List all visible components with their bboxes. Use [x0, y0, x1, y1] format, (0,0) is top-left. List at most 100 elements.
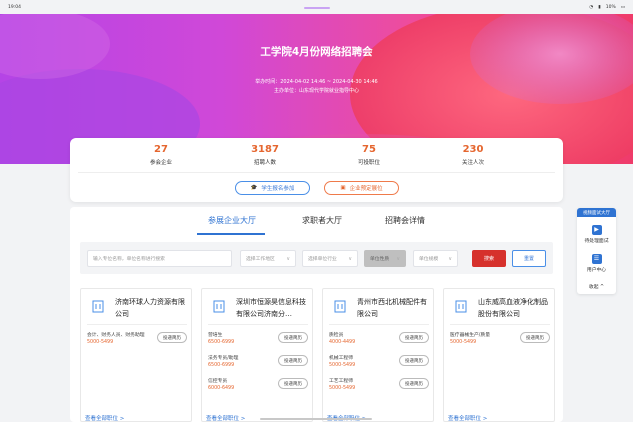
view-all-jobs-link[interactable]: 查看全部职位 > — [448, 414, 487, 422]
search-button[interactable]: 搜索 — [472, 250, 506, 267]
company-booth-button[interactable]: ▣ 企业预定展位 — [324, 181, 399, 195]
chevron-down-icon: ∨ — [348, 255, 352, 262]
nature-label: 单位性质 — [370, 257, 390, 262]
chevron-down-icon: ∨ — [286, 255, 290, 262]
company-name[interactable]: 青州市西北机械配件有限公司 — [357, 296, 431, 320]
job-item[interactable]: 医疗器械生产/质量 5000-5499 投递简历 — [450, 331, 550, 351]
pending-interviews-button[interactable]: ▶ 待处理面试 — [577, 225, 616, 244]
stat-value: 27 — [154, 144, 168, 155]
stat-companies: 27 参会企业 — [106, 144, 216, 166]
job-title: 会计、财务人员、财务助理 — [87, 333, 145, 338]
divider — [87, 324, 187, 325]
reset-button[interactable]: 重置 — [512, 250, 546, 267]
job-title: 营培生 — [208, 333, 223, 338]
job-item[interactable]: 信控专员 6000-6499 投递简历 — [208, 377, 308, 397]
tab-jobseekers[interactable]: 求职者大厅 — [292, 215, 352, 226]
stat-value: 3187 — [251, 144, 279, 155]
job-item[interactable]: 工艺工程师 5000-5499 投递简历 — [329, 377, 429, 397]
job-item[interactable]: 会计、财务人员、财务助理 5000-5499 投递简历 — [87, 331, 187, 351]
company-name[interactable]: 济南环球人力资源有限公司 — [115, 296, 189, 320]
stat-label: 参会企业 — [149, 160, 172, 166]
tab-companies[interactable]: 参展企业大厅 — [200, 215, 264, 226]
company-card[interactable]: 青州市西北机械配件有限公司 质检员 4000-4499 投递简历 机械工程师 5… — [322, 288, 434, 422]
apply-button[interactable]: 投递简历 — [399, 332, 429, 343]
company-name[interactable]: 深圳市恒源昊信息科技有限公司济南分… — [236, 296, 310, 320]
building-icon: ▣ — [340, 185, 346, 191]
stat-label: 可投职位 — [357, 160, 380, 166]
region-select[interactable]: 选择工作地区 ∨ — [240, 250, 296, 267]
stat-followers: 230 关注人次 — [418, 144, 528, 166]
job-title: 医疗器械生产/质量 — [450, 333, 490, 338]
scale-label: 单位规模 — [419, 257, 439, 262]
window-handle[interactable] — [304, 7, 330, 9]
company-card[interactable]: 山东威高血液净化制品股份有限公司 医疗器械生产/质量 5000-5499 投递简… — [443, 288, 555, 422]
stat-label: 招聘人数 — [253, 160, 276, 166]
apply-button[interactable]: 投递简历 — [278, 332, 308, 343]
video-interview-panel: 视频面试大厅 ▶ 待处理面试 ☰ 用户中心 收起 ^ — [577, 208, 616, 294]
divider — [329, 324, 429, 325]
page-title: 工学院4月份网络招聘会 — [260, 46, 373, 58]
tab-fair-details[interactable]: 招聘会详情 — [375, 215, 435, 226]
search-input[interactable]: 输入专位名称，单位名称进行搜索 — [87, 250, 232, 267]
home-indicator[interactable] — [260, 418, 372, 420]
job-title: 工艺工程师 — [329, 379, 353, 384]
chevron-down-icon: ∨ — [448, 255, 452, 262]
building-icon — [455, 300, 467, 313]
user-center-button[interactable]: ☰ 用户中心 — [577, 254, 616, 273]
stats-card: 27 参会企业 3187 招聘人数 75 可投职位 230 关注人次 🎓 学生报… — [70, 138, 563, 202]
tab-bar: 参展企业大厅 求职者大厅 招聘会详情 — [70, 215, 563, 235]
divider — [78, 172, 555, 173]
video-interview-hall-button[interactable]: 视频面试大厅 — [577, 208, 616, 217]
pending-interviews-label: 待处理面试 — [584, 239, 609, 244]
building-icon — [334, 300, 346, 313]
job-title: 机械工程师 — [329, 356, 353, 361]
chevron-down-icon: ∨ — [396, 255, 400, 262]
student-register-button[interactable]: 🎓 学生报名参加 — [235, 181, 310, 195]
building-icon — [213, 300, 225, 313]
filter-bar: 输入专位名称，单位名称进行搜索 选择工作地区 ∨ 选择单位行业 ∨ 单位性质 ∨… — [80, 242, 553, 274]
apply-button[interactable]: 投递简历 — [399, 378, 429, 389]
job-item[interactable]: 机械工程师 5000-5499 投递简历 — [329, 354, 429, 374]
company-card[interactable]: 济南环球人力资源有限公司 会计、财务人员、财务助理 5000-5499 投递简历… — [80, 288, 192, 422]
company-card[interactable]: 深圳市恒源昊信息科技有限公司济南分… 营培生 6500-6999 投递简历 法务… — [201, 288, 313, 422]
apply-button[interactable]: 投递简历 — [399, 355, 429, 366]
graduation-cap-icon: 🎓 — [250, 185, 258, 191]
job-title: 信控专员 — [208, 379, 228, 384]
apply-button[interactable]: 投递简历 — [520, 332, 550, 343]
stat-label: 关注人次 — [461, 160, 484, 166]
tab-underline — [197, 233, 265, 235]
battery-icon: ▭ — [620, 4, 625, 10]
view-all-jobs-link[interactable]: 查看全部职位 > — [85, 414, 124, 422]
apply-button[interactable]: 投递简历 — [157, 332, 187, 343]
region-label: 选择工作地区 — [246, 257, 275, 262]
event-time: 举办时间：2024-04-02 14:46 ~ 2024-04-30 14:46 — [255, 79, 378, 85]
student-register-label: 学生报名参加 — [261, 186, 295, 192]
divider — [208, 324, 308, 325]
industry-label: 选择单位行业 — [308, 257, 337, 262]
status-time: 19:04 — [8, 4, 21, 10]
industry-select[interactable]: 选择单位行业 ∨ — [302, 250, 358, 267]
search-placeholder: 输入专位名称，单位名称进行搜索 — [93, 257, 165, 262]
job-item[interactable]: 质检员 4000-4499 投递简历 — [329, 331, 429, 351]
job-title: 法务专员/助理 — [208, 356, 239, 361]
job-title: 质检员 — [329, 333, 344, 338]
collapse-button[interactable]: 收起 ^ — [577, 283, 616, 290]
job-item[interactable]: 营培生 6500-6999 投递简历 — [208, 331, 308, 351]
stat-hiring: 3187 招聘人数 — [210, 144, 320, 166]
scale-select[interactable]: 单位规模 ∨ — [413, 250, 458, 267]
stat-positions: 75 可投职位 — [314, 144, 424, 166]
view-all-jobs-link[interactable]: 查看全部职位 > — [206, 414, 245, 422]
signal-icon: ▮ — [598, 4, 601, 10]
video-play-icon: ▶ — [591, 225, 602, 235]
stat-value: 75 — [362, 144, 376, 155]
wifi-icon: ◔ — [589, 4, 594, 10]
apply-button[interactable]: 投递简历 — [278, 378, 308, 389]
battery-level: 10% — [605, 4, 616, 10]
building-icon — [92, 300, 104, 313]
nature-select[interactable]: 单位性质 ∨ — [364, 250, 406, 267]
job-item[interactable]: 法务专员/助理 6500-6999 投递简历 — [208, 354, 308, 374]
divider — [450, 324, 550, 325]
company-name[interactable]: 山东威高血液净化制品股份有限公司 — [478, 296, 552, 320]
event-host: 主办单位：山东现代学院就业指导中心 — [273, 88, 359, 94]
apply-button[interactable]: 投递简历 — [278, 355, 308, 366]
